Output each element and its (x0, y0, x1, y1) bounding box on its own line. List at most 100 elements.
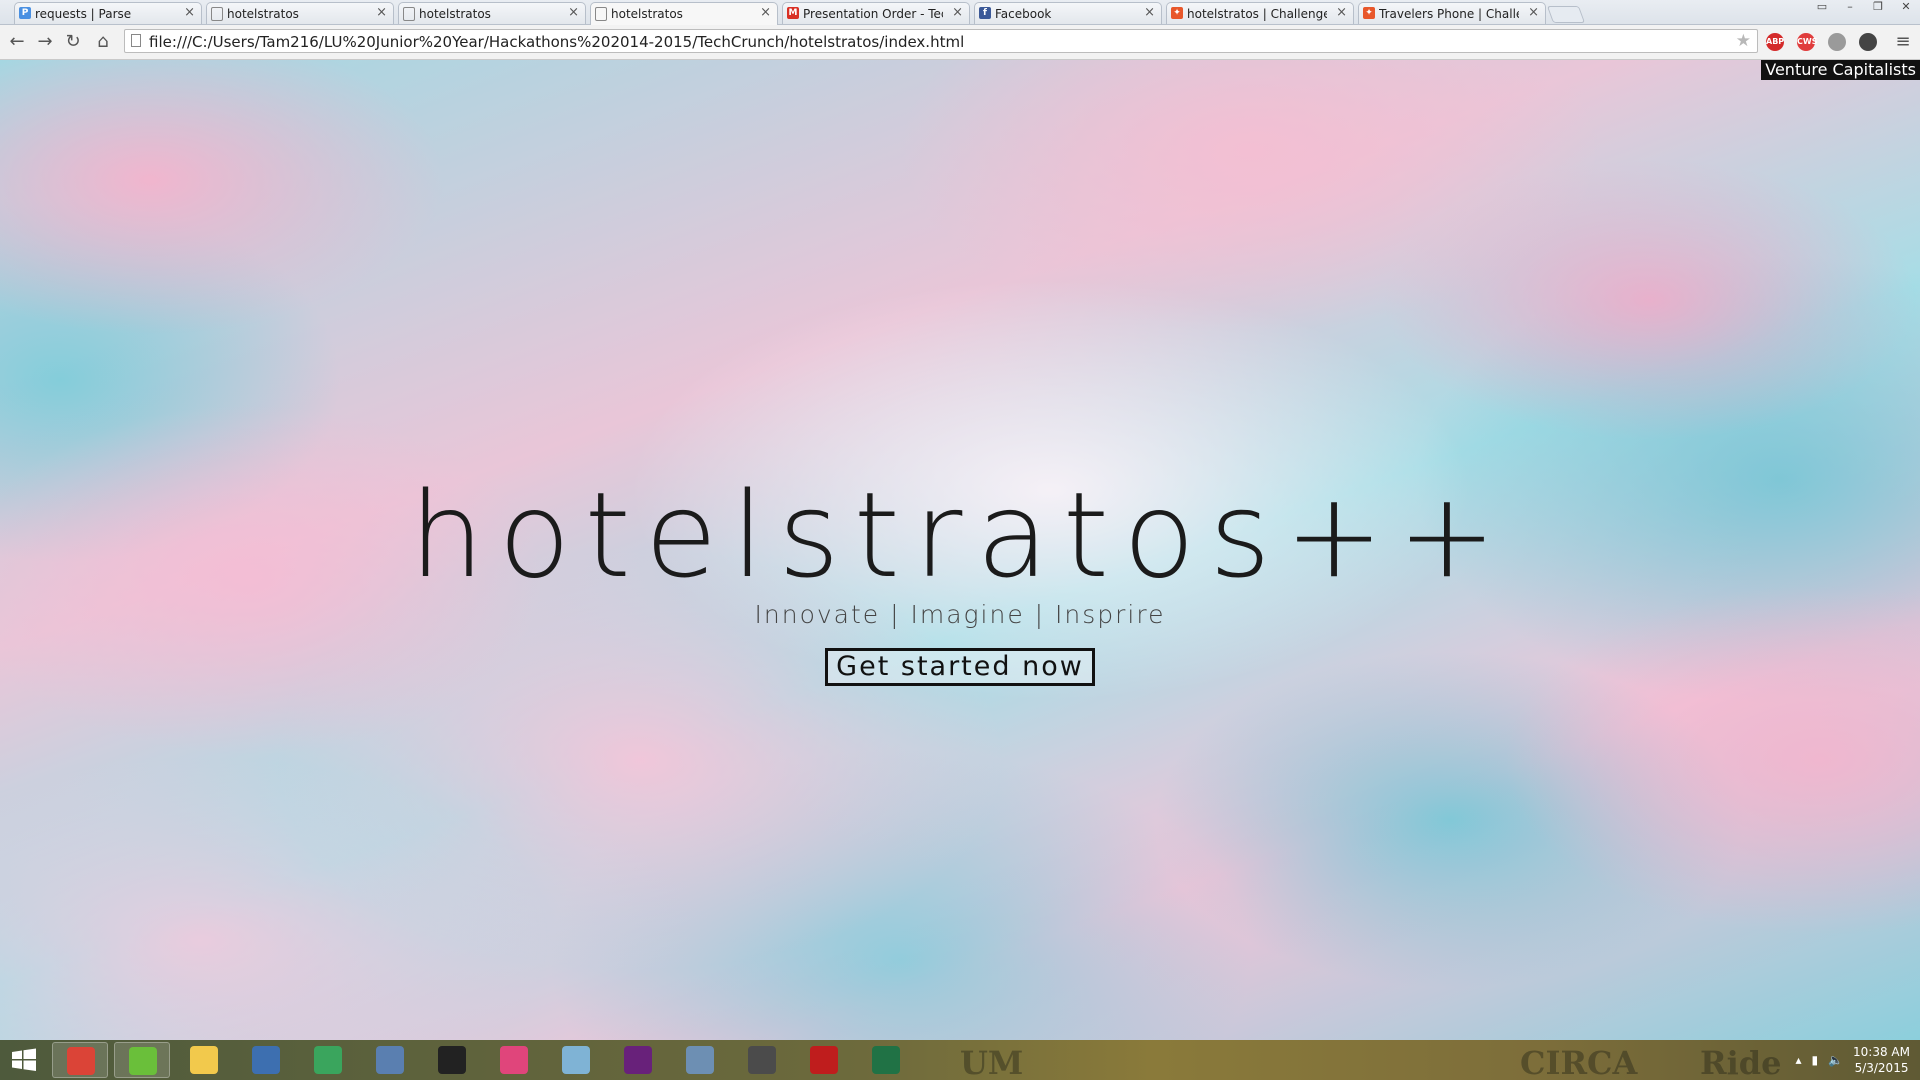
bookmark-star-icon[interactable]: ★ (1736, 31, 1751, 51)
browser-tab[interactable]: f Facebook × (974, 2, 1162, 24)
virtualbox-taskbar-icon[interactable] (362, 1042, 418, 1078)
profile-icon[interactable]: ▭ (1808, 0, 1836, 16)
itunes-taskbar-icon[interactable] (486, 1042, 542, 1078)
tab-title: Presentation Order - Tech (803, 6, 943, 21)
image-viewer-taskbar-icon[interactable] (672, 1042, 728, 1078)
gmail-icon: M (787, 7, 799, 19)
media-center-icon (314, 1046, 342, 1074)
notepad-icon (562, 1046, 590, 1074)
system-tray: ▴ ▮ 🔈 10:38 AM 5/3/2015 (1795, 1042, 1910, 1078)
extension-red-icon[interactable]: CWS (1797, 33, 1817, 51)
close-tab-icon[interactable]: × (1144, 5, 1155, 20)
tab-title: hotelstratos (611, 7, 683, 21)
forward-button[interactable]: → (34, 31, 56, 53)
extension-dark-icon[interactable] (1859, 33, 1877, 51)
browser-tab[interactable]: M Presentation Order - Tech × (782, 2, 970, 24)
tray-arrow-icon[interactable]: ▴ (1795, 1053, 1801, 1067)
challengepost-icon: ✦ (1171, 7, 1183, 19)
start-button[interactable] (4, 1044, 44, 1076)
page-icon (595, 7, 607, 21)
hero-section: hotelstratos++ Innovate | Imagine | Insp… (0, 470, 1920, 686)
menu-icon[interactable]: ≡ (1892, 31, 1914, 53)
close-tab-icon[interactable]: × (568, 5, 579, 20)
tab-title: hotelstratos | ChallengePo (1187, 6, 1327, 21)
tab-title: hotelstratos (227, 6, 299, 21)
back-button[interactable]: ← (6, 31, 28, 53)
hero-tagline: Innovate | Imagine | Insprire (754, 600, 1166, 629)
browser-tab[interactable]: Prequests | Parse × (14, 2, 202, 24)
clock-time: 10:38 AM (1853, 1045, 1910, 1059)
image-viewer-icon (686, 1046, 714, 1074)
restore-button[interactable]: ❐ (1864, 0, 1892, 16)
browser-tab[interactable]: ✦ Travelers Phone | Challeng × (1358, 2, 1546, 24)
clock[interactable]: 10:38 AM 5/3/2015 (1853, 1044, 1910, 1076)
visual-studio-taskbar-icon[interactable] (610, 1042, 666, 1078)
reload-button[interactable]: ↻ (62, 31, 84, 53)
tooltip: Venture Capitalists (1761, 60, 1920, 80)
visual-studio-icon (624, 1046, 652, 1074)
close-window-button[interactable]: ✕ (1892, 0, 1920, 16)
wallpaper-art: Ride (1700, 1044, 1782, 1080)
excel-icon (872, 1046, 900, 1074)
browser-tab[interactable]: hotelstratos × (590, 2, 778, 25)
taskbar: UM CIRCA Ride ▴ ▮ 🔈 10:38 AM 5/3/2015 (0, 1040, 1920, 1080)
windows-logo-icon (12, 1048, 36, 1071)
excel-taskbar-icon[interactable] (858, 1042, 914, 1078)
close-tab-icon[interactable]: × (184, 5, 195, 20)
page-icon (131, 34, 141, 47)
clover-taskbar-icon[interactable] (114, 1042, 170, 1078)
window-controls: ▭ – ❐ ✕ (1808, 0, 1920, 18)
close-tab-icon[interactable]: × (1528, 5, 1539, 20)
tab-strip: Prequests | Parse × hotelstratos × hotelstra… (0, 0, 1920, 25)
adblock-icon[interactable]: ABP (1766, 33, 1784, 51)
minimize-button[interactable]: – (1836, 0, 1864, 16)
parse-icon: P (19, 7, 31, 19)
new-tab-button[interactable] (1546, 6, 1586, 23)
filezilla-taskbar-icon[interactable] (796, 1042, 852, 1078)
browser-tab[interactable]: hotelstratos × (206, 2, 394, 24)
clock-date: 5/3/2015 (1854, 1061, 1909, 1075)
page-icon (403, 7, 415, 21)
file-explorer-taskbar-icon[interactable] (176, 1042, 232, 1078)
close-tab-icon[interactable]: × (952, 5, 963, 20)
wallpaper-art: UM (960, 1044, 1024, 1080)
wallpaper-art: CIRCA (1520, 1044, 1638, 1080)
virtualbox-icon (376, 1046, 404, 1074)
tab-title: hotelstratos (419, 6, 491, 21)
home-button[interactable]: ⌂ (92, 31, 114, 53)
terminal-taskbar-icon[interactable] (424, 1042, 480, 1078)
chrome-taskbar-icon[interactable] (52, 1042, 108, 1078)
browser-tab[interactable]: hotelstratos × (398, 2, 586, 24)
hero-title: hotelstratos++ (409, 466, 1511, 604)
extension-grey-icon[interactable] (1828, 33, 1846, 51)
url-text[interactable]: file:///C:/Users/Tam216/LU%20Junior%20Ye… (149, 33, 964, 51)
clover-icon (129, 1047, 157, 1075)
network-icon (252, 1046, 280, 1074)
terminal-icon (438, 1046, 466, 1074)
file-explorer-icon (190, 1046, 218, 1074)
challengepost-icon: ✦ (1363, 7, 1375, 19)
chrome-icon (67, 1047, 95, 1075)
tab-title: requests | Parse (35, 6, 132, 21)
tab-title: Travelers Phone | Challeng (1379, 6, 1519, 21)
page-icon (211, 7, 223, 21)
network-taskbar-icon[interactable] (238, 1042, 294, 1078)
tab-title: Facebook (995, 6, 1052, 21)
sublime-text-icon (748, 1046, 776, 1074)
browser-toolbar: ← → ↻ ⌂ file:///C:/Users/Tam216/LU%20Jun… (0, 25, 1920, 60)
address-bar[interactable]: file:///C:/Users/Tam216/LU%20Junior%20Ye… (124, 29, 1758, 53)
close-tab-icon[interactable]: × (376, 5, 387, 20)
close-tab-icon[interactable]: × (760, 5, 771, 20)
notepad-taskbar-icon[interactable] (548, 1042, 604, 1078)
network-icon[interactable]: ▮ (1811, 1053, 1818, 1067)
volume-icon[interactable]: 🔈 (1828, 1053, 1843, 1067)
media-center-taskbar-icon[interactable] (300, 1042, 356, 1078)
itunes-icon (500, 1046, 528, 1074)
sublime-text-taskbar-icon[interactable] (734, 1042, 790, 1078)
page-content: hotelstratos++ Innovate | Imagine | Insp… (0, 60, 1920, 1040)
close-tab-icon[interactable]: × (1336, 5, 1347, 20)
facebook-icon: f (979, 7, 991, 19)
browser-tab[interactable]: ✦ hotelstratos | ChallengePo × (1166, 2, 1354, 24)
get-started-button[interactable]: Get started now (825, 648, 1095, 686)
filezilla-icon (810, 1046, 838, 1074)
